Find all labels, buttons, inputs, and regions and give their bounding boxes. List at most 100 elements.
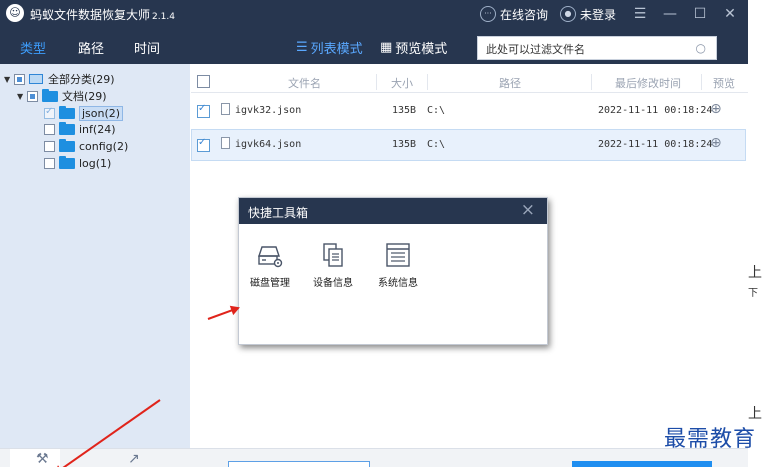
edge-glyph: 上 bbox=[748, 406, 762, 422]
list-mode-button[interactable]: ☰ 列表模式 bbox=[296, 38, 363, 57]
dialog-title: 快捷工具箱 bbox=[248, 206, 309, 220]
tab-type[interactable]: 类型 bbox=[20, 38, 46, 57]
file-path: C:\ bbox=[427, 139, 446, 150]
column-preview: 预览 bbox=[713, 77, 735, 90]
column-name[interactable]: 文件名 bbox=[288, 75, 321, 91]
minimize-icon[interactable]: — bbox=[658, 6, 682, 22]
system-info-button[interactable]: 系统信息 bbox=[373, 242, 423, 289]
file-modified: 2022-11-11 00:18:24 bbox=[598, 105, 713, 116]
tree-item-label: config(2) bbox=[79, 140, 129, 153]
app-name: 蚂蚁文件数据恢复大师 bbox=[30, 8, 151, 22]
toolbox-button[interactable]: ⚒ bbox=[10, 449, 60, 467]
tree-checkbox[interactable] bbox=[44, 106, 55, 119]
primary-action-button[interactable] bbox=[572, 461, 712, 467]
app-version: 2.1.4 bbox=[152, 12, 175, 22]
file-size: 135B bbox=[392, 105, 417, 116]
file-row[interactable]: igvk64.json 135B C:\ 2022-11-11 00:18:24… bbox=[191, 129, 746, 161]
export-icon[interactable]: ↗ bbox=[128, 451, 140, 467]
file-list-header: 文件名 大小 路径 最后修改时间 预览 bbox=[191, 72, 748, 93]
column-divider bbox=[376, 74, 377, 90]
quick-toolbox-dialog: 快捷工具箱 × 磁盘管理 设备信息 系统信息 bbox=[238, 197, 548, 345]
folder-icon bbox=[42, 88, 58, 102]
tree-item-label: 文档(29) bbox=[62, 90, 107, 103]
expand-arrow-icon[interactable]: ▼ bbox=[4, 75, 14, 84]
background-strip: 上 下 上 bbox=[748, 0, 784, 467]
close-icon[interactable]: ✕ bbox=[718, 6, 742, 22]
file-row[interactable]: igvk32.json 135B C:\ 2022-11-11 00:18:24… bbox=[191, 95, 746, 127]
column-divider bbox=[591, 74, 592, 90]
tool-label: 系统信息 bbox=[378, 278, 418, 289]
tools-icon: ⚒ bbox=[36, 451, 49, 467]
app-logo-icon: ☺ bbox=[6, 4, 24, 22]
consult-button[interactable]: ··· 在线咨询 bbox=[479, 6, 548, 23]
tree-item-config[interactable]: config(2) bbox=[44, 139, 129, 153]
search-input[interactable] bbox=[484, 38, 688, 60]
device-info-button[interactable]: 设备信息 bbox=[308, 242, 358, 289]
folder-icon bbox=[59, 156, 75, 169]
tree-item-label: json(2) bbox=[79, 106, 124, 121]
edge-glyph: 上 bbox=[748, 265, 762, 281]
tool-label: 设备信息 bbox=[313, 278, 353, 289]
file-icon bbox=[221, 103, 230, 115]
column-divider bbox=[701, 74, 702, 90]
folder-icon bbox=[59, 106, 75, 119]
file-icon bbox=[221, 137, 230, 149]
bottom-bar: ⚒ ↗ bbox=[0, 448, 748, 467]
user-icon: ● bbox=[559, 6, 576, 22]
consult-label: 在线咨询 bbox=[499, 7, 548, 22]
secondary-action-button[interactable] bbox=[228, 461, 370, 467]
tree-item-docs[interactable]: ▼ 文档(29) bbox=[17, 88, 107, 104]
menu-icon[interactable]: ☰ bbox=[628, 6, 652, 22]
title-bar: ☺ 蚂蚁文件数据恢复大师 2.1.4 ··· 在线咨询 ● 未登录 ☰ — ☐ ✕ bbox=[0, 0, 748, 28]
tree-item-log[interactable]: log(1) bbox=[44, 156, 112, 170]
login-label: 未登录 bbox=[579, 7, 616, 22]
login-button[interactable]: ● 未登录 bbox=[559, 6, 616, 23]
file-size: 135B bbox=[392, 139, 417, 150]
chat-icon: ··· bbox=[479, 6, 496, 22]
tool-label: 磁盘管理 bbox=[250, 278, 290, 289]
disk-manage-button[interactable]: 磁盘管理 bbox=[245, 242, 295, 289]
tree-item-label: inf(24) bbox=[79, 123, 116, 136]
folder-icon bbox=[59, 122, 75, 135]
column-divider bbox=[427, 74, 428, 90]
preview-mode-button[interactable]: ▦ 预览模式 bbox=[380, 38, 447, 57]
expand-arrow-icon[interactable]: ▼ bbox=[17, 92, 27, 101]
tree-item-label: log(1) bbox=[79, 157, 112, 170]
disk-manage-icon bbox=[257, 242, 283, 268]
folder-icon bbox=[59, 139, 75, 152]
tree-checkbox[interactable] bbox=[27, 90, 38, 102]
file-checkbox[interactable] bbox=[197, 103, 210, 118]
title-bar-actions: ··· 在线咨询 ● 未登录 ☰ — ☐ ✕ bbox=[479, 0, 748, 28]
tab-path[interactable]: 路径 bbox=[78, 38, 104, 57]
system-info-icon bbox=[385, 242, 411, 268]
dialog-close-icon[interactable]: × bbox=[521, 200, 535, 220]
tab-time[interactable]: 时间 bbox=[134, 38, 160, 57]
preview-icon[interactable]: ⊕ bbox=[710, 135, 722, 151]
tree-item-all[interactable]: ▼ 全部分类(29) bbox=[4, 71, 115, 87]
list-icon: ☰ bbox=[296, 40, 308, 55]
column-path[interactable]: 路径 bbox=[499, 75, 521, 91]
file-checkbox[interactable] bbox=[197, 137, 210, 152]
tree-item-json[interactable]: json(2) bbox=[44, 106, 124, 121]
select-all-checkbox[interactable] bbox=[197, 75, 210, 88]
maximize-icon[interactable]: ☐ bbox=[688, 6, 712, 22]
tree-checkbox[interactable] bbox=[14, 73, 25, 85]
preview-icon[interactable]: ⊕ bbox=[710, 101, 722, 117]
list-mode-label: 列表模式 bbox=[310, 42, 363, 57]
tree-item-label: 全部分类(29) bbox=[48, 73, 115, 86]
tree-checkbox[interactable] bbox=[44, 124, 55, 135]
column-size[interactable]: 大小 bbox=[391, 75, 413, 91]
search-box: ○ bbox=[477, 36, 717, 60]
monitor-icon bbox=[29, 74, 43, 84]
tree-checkbox[interactable] bbox=[44, 141, 55, 152]
edge-glyph: 下 bbox=[748, 288, 758, 299]
search-icon[interactable]: ○ bbox=[696, 41, 706, 55]
file-modified: 2022-11-11 00:18:24 bbox=[598, 139, 713, 150]
tree-checkbox[interactable] bbox=[44, 158, 55, 169]
preview-mode-label: 预览模式 bbox=[395, 42, 448, 57]
dialog-header: 快捷工具箱 × bbox=[239, 198, 547, 224]
category-tree: ▼ 全部分类(29) ▼ 文档(29) json(2) inf(24) conf… bbox=[0, 64, 190, 448]
tree-item-inf[interactable]: inf(24) bbox=[44, 122, 116, 136]
column-modified[interactable]: 最后修改时间 bbox=[615, 75, 681, 91]
app-window: ☺ 蚂蚁文件数据恢复大师 2.1.4 ··· 在线咨询 ● 未登录 ☰ — ☐ ✕… bbox=[0, 0, 748, 467]
